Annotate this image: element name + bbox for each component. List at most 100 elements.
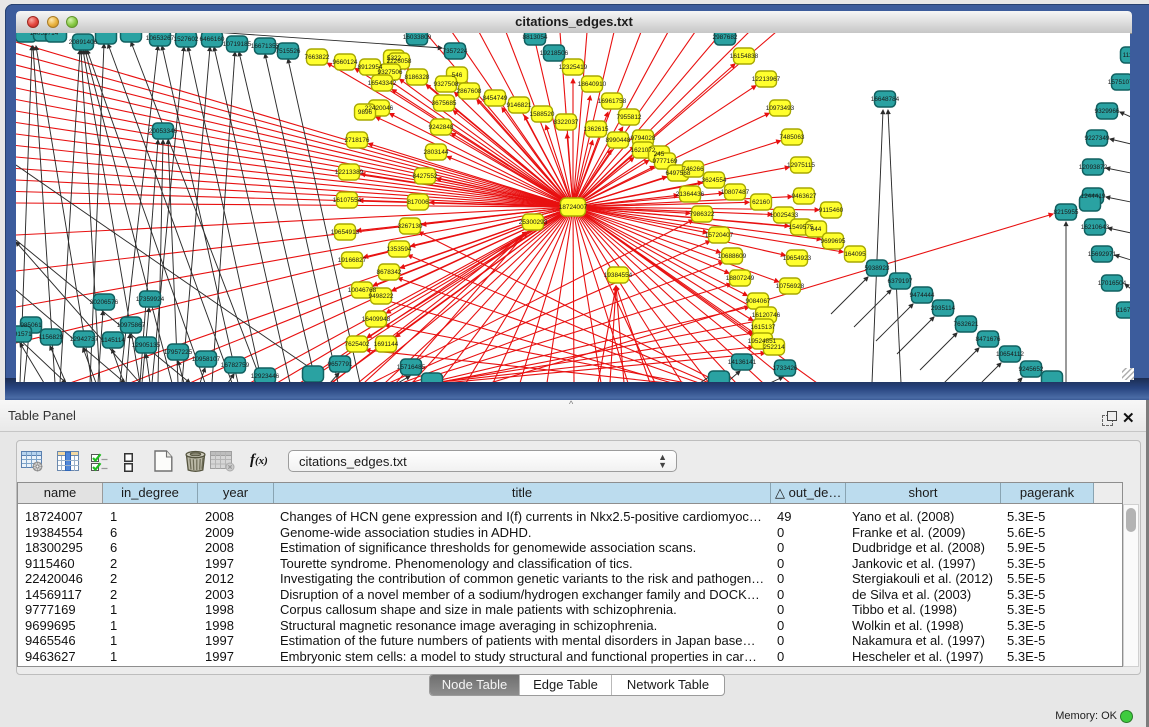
svg-text:164095: 164095 <box>844 251 866 258</box>
svg-text:245: 245 <box>654 151 665 158</box>
svg-text:17016504: 17016504 <box>1098 280 1127 287</box>
svg-text:1244419: 1244419 <box>1081 193 1106 200</box>
svg-text:746266: 746266 <box>682 166 704 173</box>
svg-text:6379197: 6379197 <box>888 278 913 285</box>
svg-text:9463627: 9463627 <box>792 193 817 200</box>
svg-text:3675685: 3675685 <box>432 100 457 107</box>
svg-text:10653267: 10653267 <box>146 35 175 42</box>
svg-text:7955812: 7955812 <box>617 114 642 121</box>
svg-text:1615137: 1615137 <box>751 324 776 331</box>
svg-text:7663822: 7663822 <box>305 54 330 61</box>
svg-text:10025433: 10025433 <box>770 212 799 219</box>
svg-text:7632621: 7632621 <box>954 321 979 328</box>
svg-text:14136141: 14136141 <box>728 359 757 366</box>
svg-text:2935114: 2935114 <box>931 305 956 312</box>
svg-text:1733426: 1733426 <box>773 365 798 372</box>
svg-text:21364436: 21364436 <box>676 191 705 198</box>
svg-text:8471676: 8471676 <box>976 336 1001 343</box>
svg-text:546: 546 <box>452 72 463 79</box>
svg-text:20053346: 20053346 <box>149 128 178 135</box>
svg-text:10973493: 10973493 <box>766 105 795 112</box>
svg-text:9657791: 9657791 <box>328 361 353 368</box>
svg-text:391571: 391571 <box>16 331 32 338</box>
svg-text:5938923: 5938923 <box>865 265 890 272</box>
svg-text:12325419: 12325419 <box>559 64 588 71</box>
svg-text:2718176: 2718176 <box>345 137 370 144</box>
svg-text:12213389: 12213389 <box>335 169 364 176</box>
svg-text:9084067: 9084067 <box>746 298 771 305</box>
svg-text:1145114: 1145114 <box>101 337 125 344</box>
svg-text:644: 644 <box>811 226 822 233</box>
svg-text:3624554: 3624554 <box>702 177 727 184</box>
svg-text:817006: 817006 <box>407 199 429 206</box>
svg-text:2226058: 2226058 <box>387 58 412 65</box>
svg-text:1362615: 1362615 <box>584 126 609 133</box>
svg-text:16782759: 16782759 <box>221 362 250 369</box>
svg-text:18807249: 18807249 <box>726 275 755 282</box>
svg-text:15751074: 15751074 <box>1108 79 1130 86</box>
svg-text:17957225: 17957225 <box>164 349 193 356</box>
svg-text:16107554: 16107554 <box>333 197 362 204</box>
svg-text:16154838: 16154838 <box>730 53 759 60</box>
svg-text:19654913: 19654913 <box>331 229 360 236</box>
svg-text:9794028: 9794028 <box>631 135 656 142</box>
svg-text:16120746: 16120746 <box>752 312 781 319</box>
svg-text:14055714: 14055714 <box>30 33 59 37</box>
svg-text:9245652: 9245652 <box>1019 366 1044 373</box>
svg-text:9242848: 9242848 <box>429 124 454 131</box>
svg-text:8678342: 8678342 <box>377 269 402 276</box>
svg-text:8215955: 8215955 <box>1054 209 1079 216</box>
svg-text:9777169: 9777169 <box>653 158 678 165</box>
svg-text:8427552: 8427552 <box>413 173 438 180</box>
svg-text:2987682: 2987682 <box>713 34 738 41</box>
svg-text:8186328: 8186328 <box>405 74 430 81</box>
svg-text:19384554: 19384554 <box>604 272 633 279</box>
svg-text:2867608: 2867608 <box>457 88 482 95</box>
svg-text:985061: 985061 <box>20 322 42 329</box>
svg-text:19218506: 19218506 <box>540 50 569 57</box>
svg-text:16409948: 16409948 <box>362 316 391 323</box>
svg-text:1156829: 1156829 <box>39 334 64 341</box>
svg-text:12942737: 12942737 <box>70 336 99 343</box>
svg-text:1588520: 1588520 <box>530 111 555 118</box>
svg-text:9146821: 9146821 <box>507 102 532 109</box>
svg-text:10654112: 10654112 <box>996 351 1024 358</box>
svg-text:8454749: 8454749 <box>483 95 508 102</box>
svg-text:25300293: 25300293 <box>519 219 548 226</box>
svg-text:16648784: 16648784 <box>871 96 900 103</box>
svg-text:15716485: 15716485 <box>397 364 426 371</box>
svg-text:9474444: 9474444 <box>910 292 935 299</box>
svg-text:8813054: 8813054 <box>523 34 548 41</box>
svg-text:9660124: 9660124 <box>333 59 358 66</box>
svg-text:9115460: 9115460 <box>819 207 844 214</box>
svg-text:18724007: 18724007 <box>559 204 588 211</box>
svg-text:7515526: 7515526 <box>276 48 301 55</box>
svg-text:6466160: 6466160 <box>200 36 225 43</box>
svg-text:15692971: 15692971 <box>1088 251 1117 258</box>
svg-text:9327508: 9327508 <box>434 81 459 88</box>
svg-text:7485063: 7485063 <box>780 134 805 141</box>
svg-text:16543342: 16543342 <box>368 80 397 87</box>
svg-text:7986322: 7986322 <box>690 211 715 218</box>
svg-text:62160: 62160 <box>752 199 770 206</box>
svg-text:11174: 11174 <box>1123 52 1130 59</box>
svg-text:19654923: 19654923 <box>783 255 812 262</box>
svg-text:1691144: 1691144 <box>374 341 399 348</box>
svg-text:12093872: 12093872 <box>1079 164 1108 171</box>
svg-text:15720407: 15720407 <box>705 232 734 239</box>
svg-text:3267130: 3267130 <box>398 223 423 230</box>
svg-text:116753: 116753 <box>1117 307 1130 314</box>
svg-text:9699695: 9699695 <box>821 238 846 245</box>
svg-text:12923446: 12923446 <box>251 373 280 380</box>
svg-text:16961758: 16961758 <box>598 98 627 105</box>
svg-text:12213967: 12213967 <box>752 76 781 83</box>
svg-text:9329966: 9329966 <box>1095 108 1120 115</box>
svg-text:2803144: 2803144 <box>424 149 449 156</box>
svg-text:12975115: 12975115 <box>787 162 815 169</box>
svg-text:16033809: 16033809 <box>403 34 432 41</box>
svg-text:1527602: 1527602 <box>174 36 199 43</box>
svg-text:9896: 9896 <box>358 109 373 116</box>
svg-text:8990448: 8990448 <box>606 137 631 144</box>
svg-text:10958107: 10958107 <box>192 356 221 363</box>
svg-text:10688609: 10688609 <box>718 253 747 260</box>
